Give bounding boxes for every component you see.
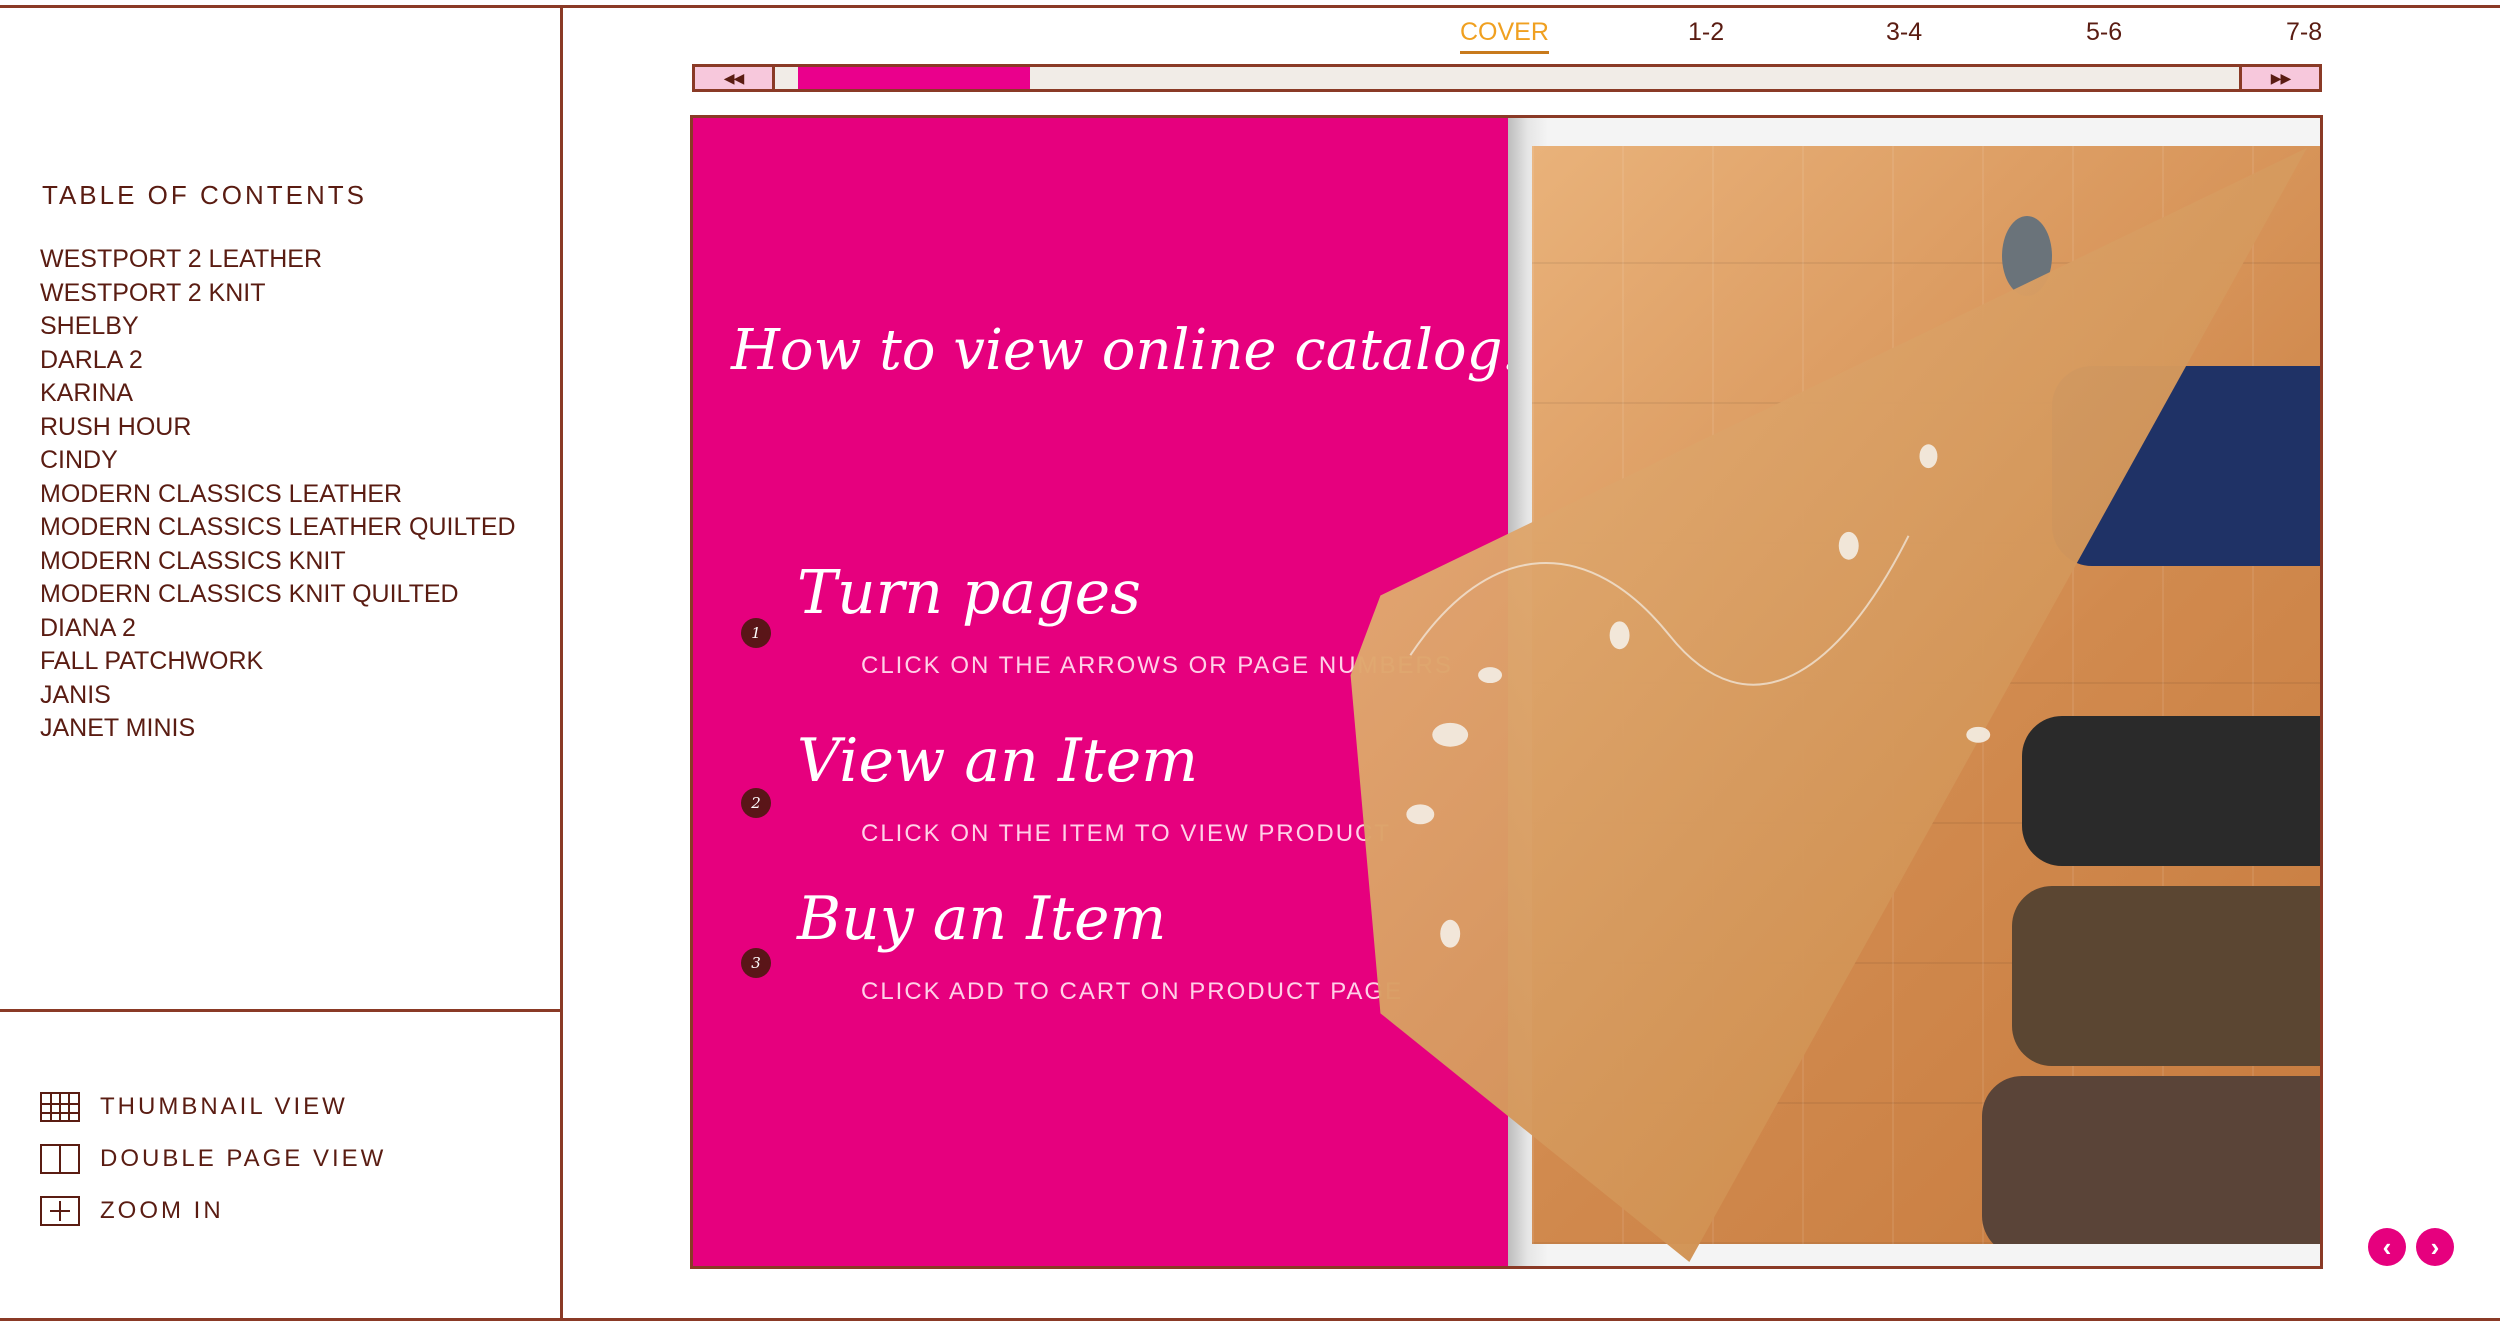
scrubber-rewind-button[interactable]: ◀◀ xyxy=(695,67,775,89)
thumbnail-view-label: THUMBNAIL VIEW xyxy=(100,1093,348,1120)
toc-list: WESTPORT 2 LEATHER WESTPORT 2 KNIT SHELB… xyxy=(40,243,516,746)
grid-icon xyxy=(40,1092,80,1122)
toc-item-diana-2[interactable]: DIANA 2 xyxy=(40,612,516,646)
thumbnail-view-button[interactable]: THUMBNAIL VIEW xyxy=(40,1081,386,1133)
toc-item-westport-2-leather[interactable]: WESTPORT 2 LEATHER xyxy=(40,243,516,277)
toc-item-modern-classics-knit[interactable]: MODERN CLASSICS KNIT xyxy=(40,545,516,579)
page-tab-7-8[interactable]: 7-8 xyxy=(2286,18,2322,47)
toc-item-modern-classics-knit-quilted[interactable]: MODERN CLASSICS KNIT QUILTED xyxy=(40,578,516,612)
toc-item-janet-minis[interactable]: JANET MINIS xyxy=(40,712,516,746)
frame-top-border xyxy=(0,5,2500,8)
toc-item-westport-2-knit[interactable]: WESTPORT 2 KNIT xyxy=(40,277,516,311)
scrubber-thumb[interactable] xyxy=(798,67,1030,89)
page-scrubber: ◀◀ ▶▶ xyxy=(692,64,2322,92)
catalog-book: How to view online catalog: 1 Turn pages… xyxy=(690,115,2323,1269)
toc-item-modern-classics-leather[interactable]: MODERN CLASSICS LEATHER xyxy=(40,478,516,512)
page-curl[interactable] xyxy=(693,118,2320,1266)
toc-item-rush-hour[interactable]: RUSH HOUR xyxy=(40,411,516,445)
toc-title: TABLE OF CONTENTS xyxy=(42,180,367,210)
page-tab-3-4[interactable]: 3-4 xyxy=(1886,18,1922,47)
toc-item-cindy[interactable]: CINDY xyxy=(40,444,516,478)
next-page-button[interactable]: › xyxy=(2416,1228,2454,1266)
scrubber-track[interactable] xyxy=(778,67,2236,89)
zoom-in-label: ZOOM IN xyxy=(100,1197,224,1224)
sidebar-divider xyxy=(560,5,563,1321)
prev-page-button[interactable]: ‹ xyxy=(2368,1228,2406,1266)
double-page-view-button[interactable]: DOUBLE PAGE VIEW xyxy=(40,1133,386,1185)
toc-item-karina[interactable]: KARINA xyxy=(40,377,516,411)
double-page-view-label: DOUBLE PAGE VIEW xyxy=(100,1145,387,1172)
zoom-in-icon xyxy=(40,1196,80,1226)
page-tab-cover[interactable]: COVER xyxy=(1460,18,1549,54)
zoom-in-button[interactable]: ZOOM IN xyxy=(40,1185,386,1237)
scrubber-forward-button[interactable]: ▶▶ xyxy=(2239,67,2319,89)
toc-item-shelby[interactable]: SHELBY xyxy=(40,310,516,344)
toc-item-darla-2[interactable]: DARLA 2 xyxy=(40,344,516,378)
page-curl-flap[interactable] xyxy=(1350,147,2308,1263)
toc-item-modern-classics-leather-quilted[interactable]: MODERN CLASSICS LEATHER QUILTED xyxy=(40,511,516,545)
view-options: THUMBNAIL VIEW DOUBLE PAGE VIEW ZOOM IN xyxy=(40,1081,386,1237)
sidebar-section-divider xyxy=(0,1009,562,1012)
corner-page-arrows: ‹ › xyxy=(2368,1228,2454,1266)
double-page-icon xyxy=(40,1144,80,1174)
toc-item-fall-patchwork[interactable]: FALL PATCHWORK xyxy=(40,645,516,679)
page-number-nav: COVER 1-2 3-4 5-6 7-8 xyxy=(1420,18,2500,58)
page-tab-1-2[interactable]: 1-2 xyxy=(1688,18,1724,47)
toc-item-janis[interactable]: JANIS xyxy=(40,679,516,713)
page-tab-5-6[interactable]: 5-6 xyxy=(2086,18,2122,47)
